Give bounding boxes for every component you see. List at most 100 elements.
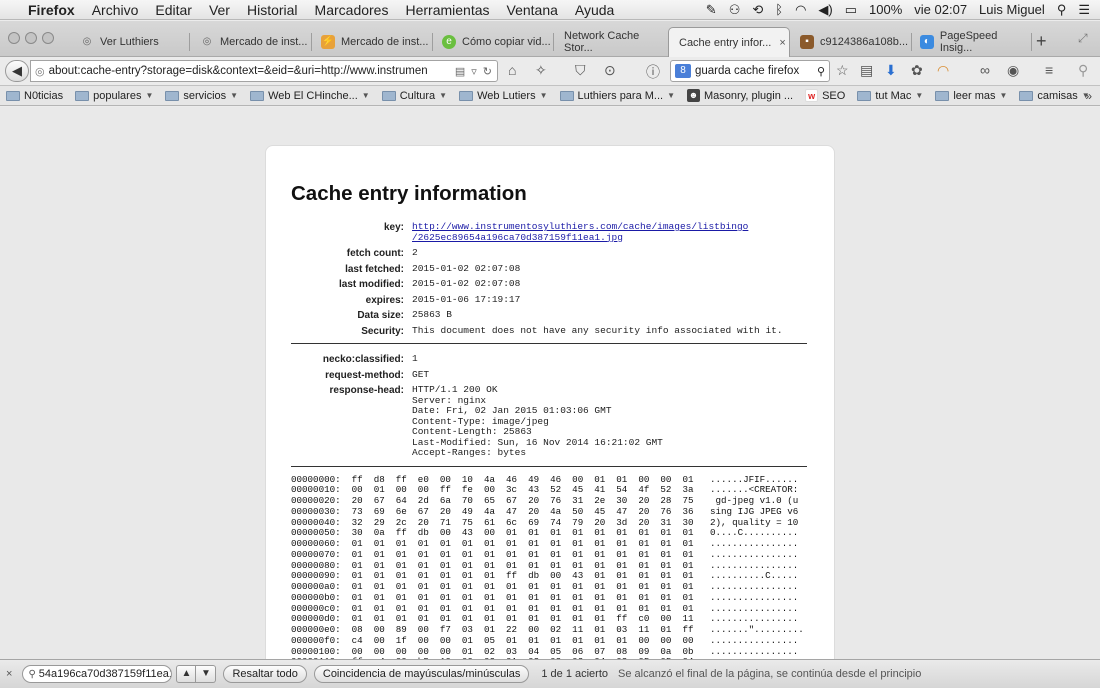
tab-network-cache[interactable]: Network Cache Stor...	[556, 27, 666, 57]
rainbow-addon-icon[interactable]: ◠	[937, 62, 949, 79]
folder-icon	[250, 90, 265, 101]
clock[interactable]: vie 02:07	[914, 2, 967, 17]
tab-mercado-2[interactable]: ⚡ Mercado de inst...	[313, 27, 433, 57]
row-value: GET	[412, 368, 430, 380]
volume-icon[interactable]: ◀)	[818, 2, 832, 18]
tab-cache-entry[interactable]: Cache entry infor... ×	[668, 27, 790, 57]
bookmark-label: Luthiers para M...	[577, 89, 664, 102]
network-icon[interactable]: ⛉	[575, 62, 586, 79]
folder-icon	[559, 90, 574, 101]
tab-como-copiar[interactable]: e Cómo copiar vid...	[434, 27, 554, 57]
close-find-bar-icon[interactable]: ×	[6, 668, 12, 680]
url-bar[interactable]: ◎ about:cache-entry?storage=disk&context…	[30, 60, 498, 82]
find-next-button[interactable]: ▼	[196, 665, 217, 683]
tab-pagespeed[interactable]: ◐ PageSpeed Insig...	[912, 27, 1032, 57]
tab-mercado-1[interactable]: ◎ Mercado de inst...	[192, 27, 312, 57]
tab-ver-luthiers[interactable]: ◎ Ver Luthiers	[72, 27, 190, 57]
folder-icon	[935, 90, 950, 101]
bookmark-folder-chinche[interactable]: Web El CHinche... ▼	[250, 90, 370, 102]
bookmark-folder-servicios[interactable]: servicios ▼	[165, 90, 238, 102]
search-bar[interactable]: 8 guarda cache firefox ⚲	[670, 60, 830, 82]
wifi-icon[interactable]: ◠	[795, 2, 806, 18]
menu-ver[interactable]: Ver	[209, 2, 230, 18]
pagespeed-icon: ◐	[920, 35, 934, 49]
bookmark-star-icon[interactable]: ☆	[836, 62, 849, 79]
addon-3-icon[interactable]: ◉	[1007, 62, 1019, 79]
bookmark-folder-noticias[interactable]: N0ticias	[6, 90, 63, 102]
bookmark-label: servicios	[183, 89, 227, 102]
bookmark-folder-leer-mas[interactable]: leer mas ▼	[935, 90, 1007, 102]
menu-herramientas[interactable]: Herramientas	[405, 2, 489, 18]
reading-list-icon[interactable]: ▤	[860, 62, 873, 79]
bookmark-folder-populares[interactable]: populares ▼	[75, 90, 153, 102]
bookmark-folder-tut-mac[interactable]: tut Mac ▼	[857, 90, 923, 102]
row-key: request-method:	[325, 369, 404, 381]
back-button[interactable]: ◀	[5, 60, 29, 82]
menu-icon[interactable]: ≡	[1045, 62, 1053, 78]
notification-center-icon[interactable]: ☰	[1078, 2, 1090, 18]
find-bar: × ⚲ 54a196ca70d387159f11ea1 ▲ ▼ Resaltar…	[0, 659, 1100, 688]
zoom-window-button[interactable]	[42, 32, 54, 44]
glasses-icon[interactable]: ∞	[980, 62, 990, 78]
bookmark-label: tut Mac	[875, 89, 912, 102]
search-input[interactable]: guarda cache firefox	[695, 65, 817, 77]
tab-label: PageSpeed Insig...	[939, 30, 998, 54]
new-tab-button[interactable]: +	[1036, 31, 1047, 52]
bookmark-folder-camisas[interactable]: camisas ▼	[1019, 90, 1090, 102]
bookmark-seo[interactable]: w SEO	[805, 89, 845, 102]
reader-view-icon[interactable]: ▤	[455, 65, 465, 78]
chevron-down-icon: ▼	[999, 91, 1008, 100]
menu-firefox[interactable]: Firefox	[28, 2, 75, 18]
tab-image[interactable]: ▪ c9124386a108b...	[792, 27, 912, 57]
cache-key-link[interactable]: http://www.instrumentosyluthiers.com/cac…	[412, 221, 748, 243]
battery-icon[interactable]: ▭	[845, 2, 857, 18]
menu-historial[interactable]: Historial	[247, 2, 298, 18]
bookmark-folder-cultura[interactable]: Cultura ▼	[381, 90, 447, 102]
tab-label: Cache entry infor...	[679, 36, 772, 49]
downloads-icon[interactable]: ⬇	[885, 62, 897, 79]
addon-icon[interactable]: ⊙	[604, 62, 616, 79]
reload-icon[interactable]: ↻	[483, 65, 492, 78]
menu-ventana[interactable]: Ventana	[507, 2, 558, 18]
search-icon[interactable]: ⚲	[1078, 62, 1088, 79]
fullscreen-icon[interactable]: ⤢	[1078, 31, 1088, 46]
find-query[interactable]: 54a196ca70d387159f11ea1	[39, 668, 172, 680]
addon-2-icon[interactable]: ✿	[911, 62, 923, 79]
home-icon[interactable]: ⌂	[508, 62, 516, 78]
tab-label: Ver Luthiers	[100, 36, 159, 48]
spotlight-search-icon[interactable]: ⚲	[1057, 2, 1067, 18]
row-value: 2015-01-06 17:19:17	[412, 293, 521, 305]
bookmarks-overflow-button[interactable]: »	[1085, 89, 1092, 103]
minimize-window-button[interactable]	[25, 32, 37, 44]
bookmark-folder-web-lutiers[interactable]: Web Lutiers ▼	[459, 90, 548, 102]
accessibility-icon[interactable]: ⚇	[729, 2, 741, 18]
bookmark-manager-icon[interactable]: ✧	[535, 62, 547, 79]
info-row-data-size: Data size: 25863 B	[291, 308, 807, 324]
menu-editar[interactable]: Editar	[155, 2, 192, 18]
menu-ayuda[interactable]: Ayuda	[575, 2, 614, 18]
globe-icon: ◎	[82, 36, 92, 47]
bookmark-masonry[interactable]: ☻ Masonry, plugin ...	[687, 89, 793, 102]
menu-marcadores[interactable]: Marcadores	[315, 2, 389, 18]
search-engine-icon[interactable]: 8	[675, 64, 691, 78]
bookmark-folder-luthiers-para[interactable]: Luthiers para M... ▼	[559, 89, 675, 102]
history-dropdown-icon[interactable]: ▿	[471, 65, 477, 78]
user-name[interactable]: Luis Miguel	[979, 2, 1045, 17]
find-previous-button[interactable]: ▲	[176, 665, 197, 683]
close-tab-icon[interactable]: ×	[779, 37, 785, 49]
time-machine-icon[interactable]: ⟲	[752, 2, 763, 18]
tools-icon[interactable]: ✎	[706, 2, 717, 18]
url-text[interactable]: about:cache-entry?storage=disk&context=&…	[49, 65, 450, 77]
bluetooth-icon[interactable]: ᛒ	[775, 2, 783, 17]
bookmark-label: SEO	[822, 89, 846, 102]
search-icon[interactable]: ⚲	[817, 65, 825, 78]
window-controls	[8, 32, 54, 44]
site-identity-icon[interactable]: ◎	[35, 65, 45, 78]
close-window-button[interactable]	[8, 32, 20, 44]
highlight-all-button[interactable]: Resaltar todo	[223, 665, 307, 683]
row-value: 1	[412, 353, 418, 364]
info-icon[interactable]: ⓘ	[646, 62, 660, 82]
match-case-button[interactable]: Coincidencia de mayúsculas/minúsculas	[313, 665, 530, 683]
find-input[interactable]: ⚲ 54a196ca70d387159f11ea1	[22, 665, 173, 683]
menu-archivo[interactable]: Archivo	[92, 2, 139, 18]
